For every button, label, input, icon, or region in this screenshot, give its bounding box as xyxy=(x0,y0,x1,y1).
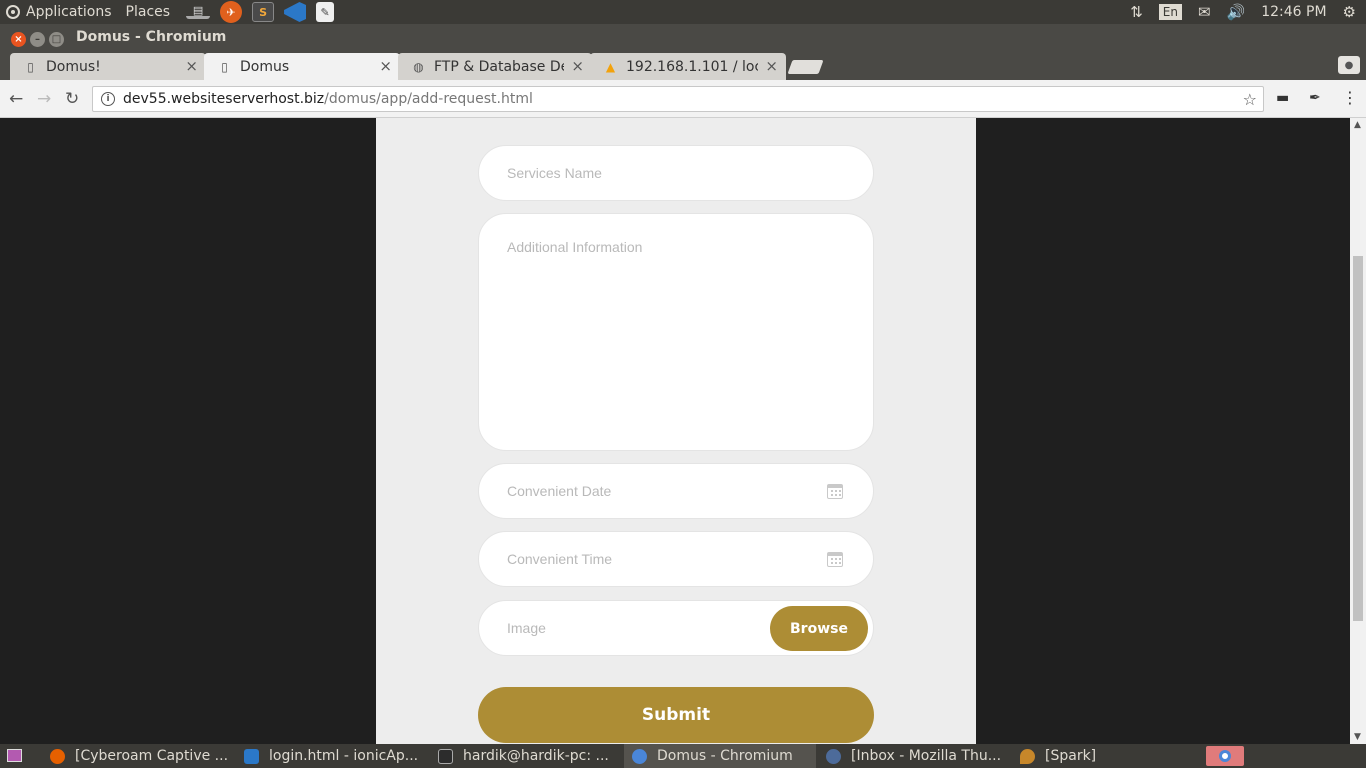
thunderbird-icon xyxy=(826,748,841,764)
image-upload-field[interactable]: Image Browse xyxy=(478,600,874,656)
taskbar-item-label: login.html - ionicAp... xyxy=(269,748,419,764)
menu-kebab-icon[interactable]: ⋮ xyxy=(1342,88,1358,107)
convenient-time-placeholder: Convenient Time xyxy=(507,551,613,567)
window-title: Domus - Chromium xyxy=(76,29,227,45)
tab-strip: ▯ Domus! × ▯ Domus × ◍ FTP & Database De… xyxy=(0,53,1366,80)
places-menu[interactable]: Places xyxy=(126,4,171,20)
panel-launchers: ▤ ✈ S ✎ xyxy=(186,1,335,23)
new-tab-button[interactable] xyxy=(787,60,824,74)
taskbar-item-label: [Cyberoam Captive ... xyxy=(75,748,229,764)
taskbar-item-label: Domus - Chromium xyxy=(657,748,793,764)
taskbar-item-chromium[interactable]: Domus - Chromium xyxy=(624,744,816,768)
settings-gear-icon[interactable]: ⚙ xyxy=(1343,3,1356,21)
tab-ftp-database[interactable]: ◍ FTP & Database De × xyxy=(398,53,592,80)
info-icon[interactable]: i xyxy=(101,92,115,106)
tray-chromium-icon[interactable] xyxy=(1206,746,1244,766)
minimize-window-icon[interactable]: – xyxy=(30,32,45,47)
convenient-time-input[interactable]: Convenient Time xyxy=(478,531,874,587)
keyboard-layout-indicator[interactable]: En xyxy=(1158,4,1182,20)
taskbar-item-thunderbird[interactable]: [Inbox - Mozilla Thu... xyxy=(818,744,1010,768)
forward-arrow-icon[interactable]: → xyxy=(37,89,51,109)
panel-indicators: ⇅ En ✉ 🔊 12:46 PM ⚙ xyxy=(1130,0,1366,24)
volume-icon[interactable]: 🔊 xyxy=(1227,3,1246,21)
ethernet-icon[interactable]: ▤ xyxy=(186,4,211,19)
tab-domus-2[interactable]: ▯ Domus × xyxy=(204,53,400,80)
firefox-icon xyxy=(50,748,65,764)
submit-button[interactable]: Submit xyxy=(478,687,874,743)
terminal-extension-icon[interactable]: ▬ xyxy=(1276,90,1289,106)
page-scrollbar[interactable]: ▲ ▼ xyxy=(1350,118,1366,744)
calendar-icon[interactable] xyxy=(827,484,843,499)
url-host: dev55.websiteserverhost.biz xyxy=(123,91,325,107)
add-request-form: Services Name Additional Information Con… xyxy=(376,118,976,744)
additional-information-placeholder: Additional Information xyxy=(507,239,643,255)
scroll-up-arrow-icon[interactable]: ▲ xyxy=(1354,120,1361,130)
taskbar-item-terminal[interactable]: hardik@hardik-pc: ... xyxy=(430,744,622,768)
sublime-text-icon[interactable]: S xyxy=(252,2,275,22)
tab-label: FTP & Database De xyxy=(434,58,564,75)
text-editor-icon[interactable]: ✎ xyxy=(316,2,335,22)
page-viewport: Services Name Additional Information Con… xyxy=(0,118,1350,744)
postman-icon[interactable]: ✈ xyxy=(220,1,243,23)
ubuntu-logo-icon[interactable] xyxy=(6,5,20,19)
calendar-icon[interactable] xyxy=(827,552,843,567)
globe-icon: ◍ xyxy=(413,59,424,74)
chromium-icon xyxy=(632,748,647,764)
scroll-down-arrow-icon[interactable]: ▼ xyxy=(1354,732,1361,742)
bottom-taskbar: [Cyberoam Captive ... login.html - ionic… xyxy=(0,744,1366,768)
profile-icon[interactable]: ● xyxy=(1338,56,1360,74)
mail-icon[interactable]: ✉ xyxy=(1198,3,1211,21)
tab-label: Domus xyxy=(240,58,290,75)
eyedropper-extension-icon[interactable]: ✒ xyxy=(1309,90,1321,106)
additional-information-textarea[interactable]: Additional Information xyxy=(478,213,874,451)
taskbar-item-label: hardik@hardik-pc: ... xyxy=(463,748,609,764)
image-placeholder: Image xyxy=(507,620,546,636)
page-icon: ▯ xyxy=(27,59,34,74)
browse-button[interactable]: Browse xyxy=(770,606,868,651)
spark-icon xyxy=(1020,748,1035,764)
clock[interactable]: 12:46 PM xyxy=(1261,4,1326,20)
reload-icon[interactable]: ↻ xyxy=(65,89,79,109)
scroll-thumb[interactable] xyxy=(1353,256,1363,621)
taskbar-item-cyberoam[interactable]: [Cyberoam Captive ... xyxy=(42,744,234,768)
vscode-icon[interactable] xyxy=(284,2,307,22)
tab-label: Domus! xyxy=(46,58,101,75)
maximize-window-icon[interactable]: □ xyxy=(49,32,64,47)
back-arrow-icon[interactable]: ← xyxy=(9,89,23,109)
close-tab-icon[interactable]: × xyxy=(185,57,198,75)
taskbar-item-label: [Spark] xyxy=(1045,748,1097,764)
services-name-placeholder: Services Name xyxy=(507,165,602,181)
browser-toolbar: ← → ↻ i dev55.websiteserverhost.biz/domu… xyxy=(0,80,1366,118)
close-tab-icon[interactable]: × xyxy=(765,57,778,75)
address-bar[interactable]: i dev55.websiteserverhost.biz/domus/app/… xyxy=(92,86,1264,112)
convenient-date-input[interactable]: Convenient Date xyxy=(478,463,874,519)
show-desktop-icon[interactable] xyxy=(7,749,22,762)
close-window-icon[interactable]: × xyxy=(11,32,26,47)
browser-titlebar: × – □ Domus - Chromium ▯ Domus! × ▯ Domu… xyxy=(0,24,1366,80)
top-panel: Applications Places ▤ ✈ S ✎ ⇅ En ✉ 🔊 12:… xyxy=(0,0,1366,24)
close-tab-icon[interactable]: × xyxy=(571,57,584,75)
services-name-input[interactable]: Services Name xyxy=(478,145,874,201)
convenient-date-placeholder: Convenient Date xyxy=(507,483,612,499)
phpmyadmin-icon: ▲ xyxy=(605,59,616,74)
bookmark-star-icon[interactable]: ☆ xyxy=(1243,90,1257,109)
tab-domus-1[interactable]: ▯ Domus! × xyxy=(10,53,206,80)
taskbar-item-vscode[interactable]: login.html - ionicAp... xyxy=(236,744,428,768)
taskbar-item-spark[interactable]: [Spark] xyxy=(1012,744,1204,768)
url-path: /domus/app/add-request.html xyxy=(324,91,533,107)
vscode-icon xyxy=(244,748,259,764)
close-tab-icon[interactable]: × xyxy=(379,57,392,75)
network-arrows-icon[interactable]: ⇅ xyxy=(1130,3,1143,21)
page-icon: ▯ xyxy=(221,59,228,74)
window-controls: × – □ xyxy=(11,32,64,47)
applications-menu[interactable]: Applications xyxy=(26,4,112,20)
taskbar-item-label: [Inbox - Mozilla Thu... xyxy=(851,748,1002,764)
tab-label: 192.168.1.101 / loca xyxy=(626,58,758,75)
tab-phpmyadmin[interactable]: ▲ 192.168.1.101 / loca × xyxy=(590,53,786,80)
terminal-icon xyxy=(438,748,453,764)
